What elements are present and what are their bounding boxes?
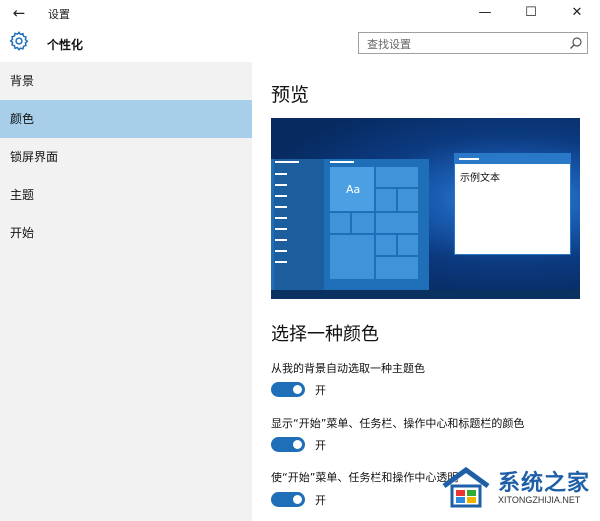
sidebar: 背景 颜色 锁屏界面 主题 开始 bbox=[0, 62, 252, 521]
preview-start-menu: Aa bbox=[271, 159, 429, 290]
preview-tile-label: Aa bbox=[346, 183, 361, 196]
transparency-label: 使“开始”菜单、任务栏和操作中心透明 bbox=[271, 471, 459, 484]
transparency-state: 开 bbox=[315, 494, 326, 507]
toggle-knob bbox=[293, 495, 302, 504]
sidebar-item-background[interactable]: 背景 bbox=[0, 62, 252, 100]
sidebar-item-themes[interactable]: 主题 bbox=[0, 176, 252, 214]
page-header: 个性化 查找设置 bbox=[0, 26, 600, 62]
watermark-url: XITONGZHIJIA.NET bbox=[498, 495, 581, 505]
watermark-text: 系统之家 bbox=[498, 471, 591, 496]
preview-taskbar bbox=[271, 290, 580, 299]
preview-app-list bbox=[274, 159, 324, 290]
preview-sample-text: 示例文本 bbox=[460, 173, 500, 184]
gear-icon bbox=[9, 31, 29, 51]
page-title: 个性化 bbox=[47, 38, 84, 52]
title-bar: ← 设置 — ☐ ✕ bbox=[0, 0, 600, 26]
search-input[interactable]: 查找设置 bbox=[358, 32, 588, 54]
main-content: 预览 Aa 示例文本 选择一种颜色 从我的背景自动选取一种主题色 开 显示“开始… bbox=[252, 62, 600, 521]
sidebar-item-colors[interactable]: 颜色 bbox=[0, 100, 252, 138]
close-button[interactable]: ✕ bbox=[554, 0, 600, 26]
minimize-button[interactable]: — bbox=[462, 0, 508, 26]
preview-window: 示例文本 bbox=[454, 153, 571, 255]
auto-accent-label: 从我的背景自动选取一种主题色 bbox=[271, 362, 425, 375]
show-color-state: 开 bbox=[315, 439, 326, 452]
preview-heading: 预览 bbox=[271, 84, 310, 106]
watermark-logo-icon bbox=[442, 466, 490, 508]
show-color-toggle[interactable] bbox=[271, 437, 305, 452]
transparency-toggle[interactable] bbox=[271, 492, 305, 507]
window-title: 设置 bbox=[48, 8, 70, 21]
sidebar-item-lock-screen[interactable]: 锁屏界面 bbox=[0, 138, 252, 176]
search-icon[interactable] bbox=[569, 36, 583, 50]
sidebar-item-start[interactable]: 开始 bbox=[0, 214, 252, 252]
show-color-label: 显示“开始”菜单、任务栏、操作中心和标题栏的颜色 bbox=[271, 417, 525, 430]
preview-tiles: Aa bbox=[330, 159, 420, 290]
preview-window-titlebar bbox=[455, 154, 570, 164]
auto-accent-toggle[interactable] bbox=[271, 382, 305, 397]
search-placeholder: 查找设置 bbox=[367, 38, 411, 51]
back-arrow-icon[interactable]: ← bbox=[6, 3, 32, 23]
maximize-button[interactable]: ☐ bbox=[508, 0, 554, 26]
toggle-knob bbox=[293, 385, 302, 394]
auto-accent-state: 开 bbox=[315, 384, 326, 397]
toggle-knob bbox=[293, 440, 302, 449]
choose-color-heading: 选择一种颜色 bbox=[271, 324, 379, 345]
watermark: 系统之家 XITONGZHIJIA.NET bbox=[440, 462, 598, 518]
preview-image: Aa 示例文本 bbox=[271, 118, 580, 299]
